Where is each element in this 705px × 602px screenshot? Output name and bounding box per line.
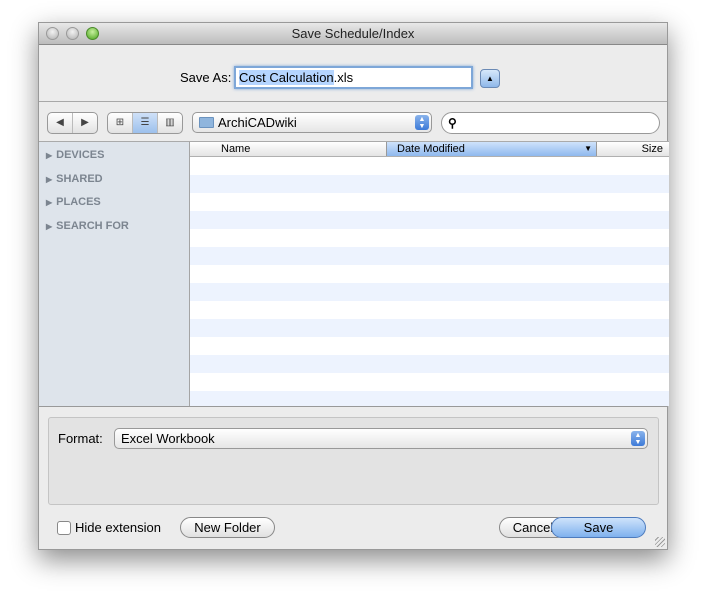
format-value: Excel Workbook	[121, 431, 215, 446]
location-label: ArchiCADwiki	[218, 115, 297, 130]
view-mode-control: ⊞ ☰ ▥	[107, 112, 183, 134]
format-label: Format:	[58, 431, 103, 446]
back-button[interactable]: ◀	[48, 113, 73, 133]
disclosure-triangle-icon: ▶	[46, 222, 53, 231]
save-as-input[interactable]: Cost Calculation.xls	[234, 66, 473, 89]
accessory-panel: Format: Excel Workbook ▲ ▼	[48, 417, 659, 505]
column-header-name[interactable]: Name	[221, 142, 250, 156]
disclosure-triangle-icon: ▶	[46, 175, 53, 184]
disclosure-triangle-icon: ▶	[46, 151, 53, 160]
zoom-button[interactable]	[86, 27, 99, 40]
search-icon: ⚲	[448, 116, 457, 130]
sidebar-item-places[interactable]: ▶ PLACES	[46, 196, 101, 208]
column-label: Date Modified	[397, 143, 465, 155]
sidebar-label: SEARCH FOR	[56, 220, 129, 232]
title-bar: Save Schedule/Index	[39, 23, 667, 45]
filename-extension: .xls	[333, 70, 354, 85]
column-header-date-modified[interactable]: Date Modified ▼	[386, 142, 597, 156]
back-forward-control: ◀ ▶	[47, 112, 98, 134]
close-button[interactable]	[46, 27, 59, 40]
list-header: Name Date Modified ▼ Size	[190, 142, 669, 157]
format-popup[interactable]: Excel Workbook ▲ ▼	[114, 428, 648, 449]
sidebar-item-devices[interactable]: ▶ DEVICES	[46, 149, 104, 161]
save-as-label: Save As:	[180, 70, 232, 85]
disclosure-triangle-icon: ▶	[46, 198, 53, 207]
hide-extension-label: Hide extension	[75, 520, 161, 535]
hide-extension-checkbox[interactable]	[57, 521, 71, 535]
save-dialog: Save Schedule/Index Save As: Cost Calcul…	[38, 22, 669, 550]
list-view-button[interactable]: ☰	[133, 113, 158, 133]
minimize-button[interactable]	[66, 27, 79, 40]
sort-descending-icon: ▼	[584, 144, 592, 153]
collapse-button[interactable]: ▲	[480, 69, 500, 88]
icon-view-button[interactable]: ⊞	[108, 113, 133, 133]
folder-icon	[199, 117, 214, 128]
triangle-up-icon: ▲	[486, 74, 494, 83]
new-folder-button[interactable]: New Folder	[180, 517, 275, 538]
resize-grip-icon[interactable]	[655, 537, 665, 547]
save-button[interactable]: Save	[551, 517, 646, 538]
forward-button[interactable]: ▶	[73, 113, 97, 133]
updown-arrows-icon: ▲ ▼	[415, 115, 429, 130]
sidebar: ▶ DEVICES ▶ SHARED ▶ PLACES ▶ SEARCH FOR	[39, 141, 190, 406]
sidebar-item-search-for[interactable]: ▶ SEARCH FOR	[46, 220, 129, 232]
divider	[39, 101, 667, 102]
divider	[39, 406, 667, 407]
sidebar-label: PLACES	[56, 196, 101, 208]
location-popup[interactable]: ArchiCADwiki ▲ ▼	[192, 112, 432, 133]
search-field[interactable]: ⚲	[441, 112, 660, 134]
filename-selected: Cost Calculation	[239, 70, 334, 85]
sidebar-label: DEVICES	[56, 149, 105, 161]
file-list[interactable]: Name Date Modified ▼ Size	[190, 141, 669, 406]
sidebar-item-shared[interactable]: ▶ SHARED	[46, 173, 103, 185]
updown-arrows-icon: ▲ ▼	[631, 431, 645, 446]
window-title: Save Schedule/Index	[291, 26, 415, 41]
column-header-size[interactable]: Size	[642, 142, 663, 156]
sidebar-label: SHARED	[56, 173, 103, 185]
column-view-button[interactable]: ▥	[158, 113, 182, 133]
